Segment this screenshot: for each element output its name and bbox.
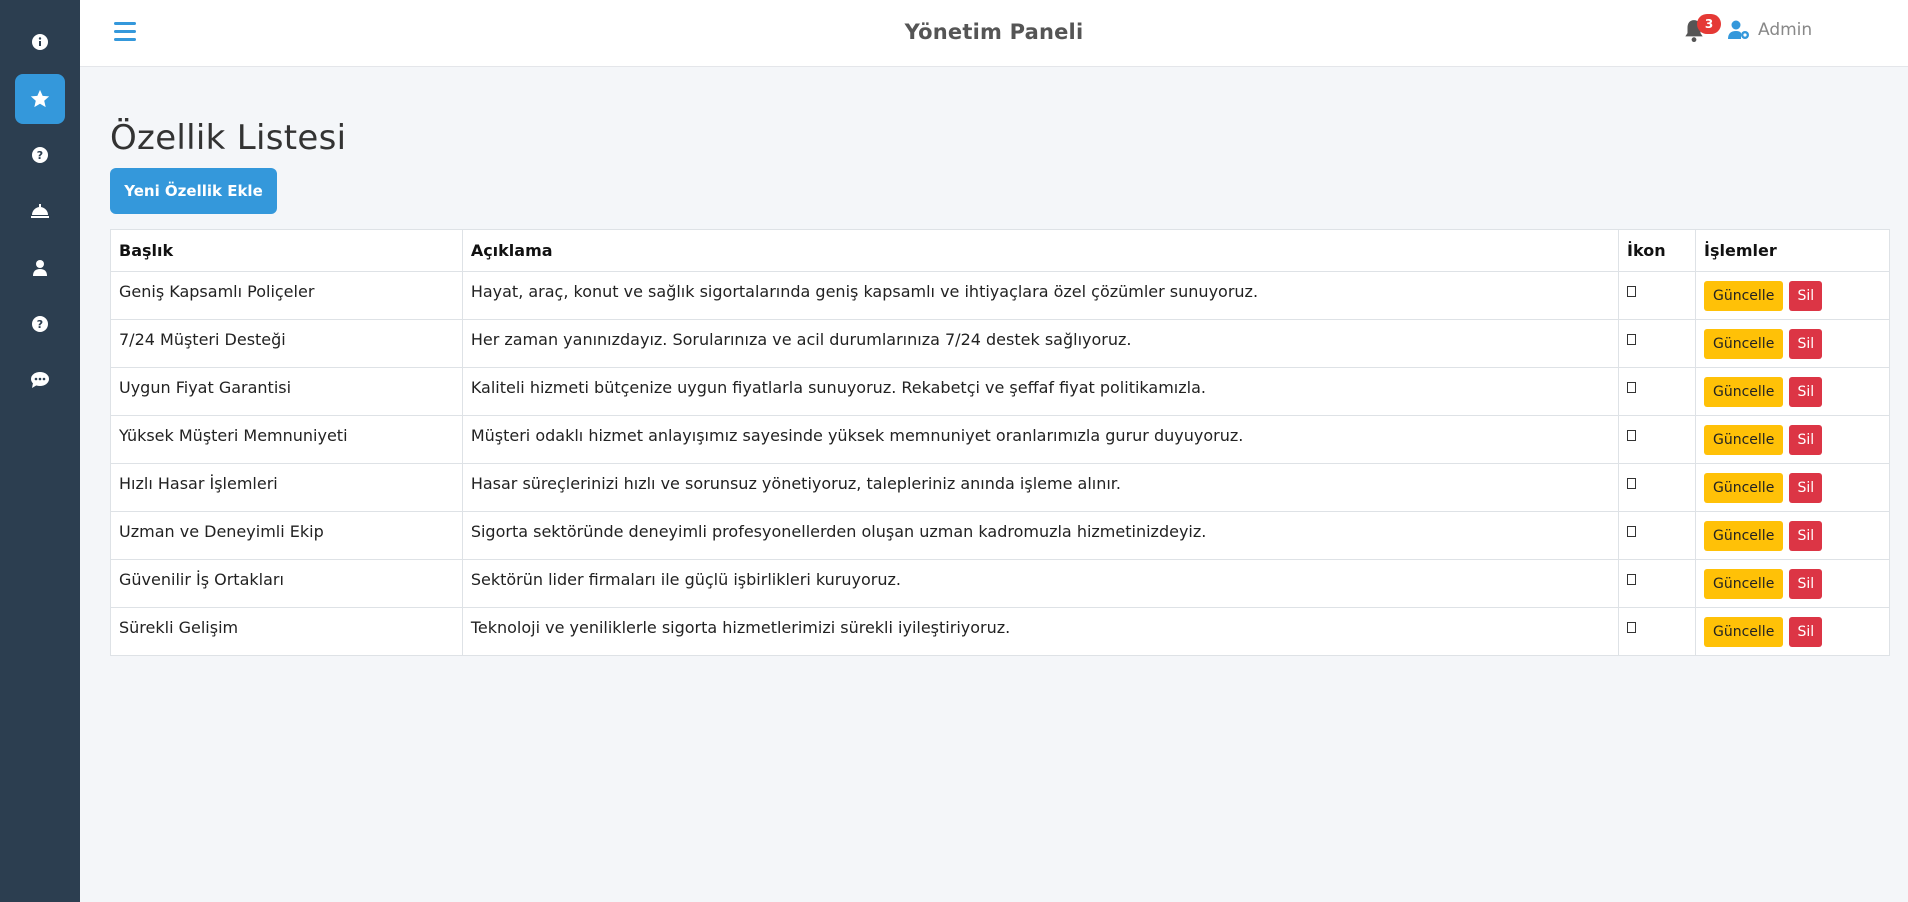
update-button[interactable]: Güncelle bbox=[1704, 425, 1784, 455]
update-button[interactable]: Güncelle bbox=[1704, 521, 1784, 551]
delete-button[interactable]: Sil bbox=[1789, 425, 1823, 455]
info-circle-icon bbox=[32, 34, 48, 50]
cell-icon bbox=[1618, 511, 1697, 560]
svg-text:?: ? bbox=[37, 149, 43, 162]
update-button[interactable]: Güncelle bbox=[1704, 569, 1784, 599]
cell-icon bbox=[1618, 367, 1697, 416]
table-row: Hızlı Hasar İşlemleri Hasar süreçleriniz… bbox=[110, 463, 1890, 512]
missing-glyph-icon bbox=[1627, 430, 1637, 441]
cell-title: Güvenilir İş Ortakları bbox=[110, 559, 463, 608]
concierge-bell-icon bbox=[31, 204, 49, 218]
cell-description: Her zaman yanınızdayız. Sorularınıza ve … bbox=[461, 319, 1620, 368]
cell-title: Hızlı Hasar İşlemleri bbox=[110, 463, 463, 512]
sidebar-item-features[interactable] bbox=[15, 74, 65, 124]
cell-title: Uzman ve Deneyimli Ekip bbox=[110, 511, 463, 560]
cell-actions: Güncelle Sil bbox=[1695, 559, 1890, 608]
table-header-row: Başlık Açıklama İkon İşlemler bbox=[110, 229, 1890, 272]
sidebar-item-help[interactable]: ? bbox=[15, 299, 65, 349]
top-header: Yönetim Paneli bbox=[80, 0, 1908, 67]
sidebar-item-team[interactable] bbox=[15, 243, 65, 293]
user-icon bbox=[33, 260, 47, 276]
notification-badge: 3 bbox=[1697, 14, 1721, 34]
missing-glyph-icon bbox=[1627, 574, 1637, 585]
delete-button[interactable]: Sil bbox=[1789, 281, 1823, 311]
sidebar-item-services[interactable] bbox=[15, 186, 65, 236]
table-row: Uzman ve Deneyimli Ekip Sigorta sektörün… bbox=[110, 511, 1890, 560]
cell-actions: Güncelle Sil bbox=[1695, 319, 1890, 368]
cell-icon bbox=[1618, 319, 1697, 368]
column-header-description: Açıklama bbox=[461, 229, 1620, 272]
cell-description: Sektörün lider firmaları ile güçlü işbir… bbox=[461, 559, 1620, 608]
comment-dots-icon bbox=[31, 372, 49, 388]
update-button[interactable]: Güncelle bbox=[1704, 281, 1784, 311]
cell-icon bbox=[1618, 271, 1697, 320]
cell-description: Hayat, araç, konut ve sağlık sigortaları… bbox=[461, 271, 1620, 320]
header-title: Yönetim Paneli bbox=[904, 20, 1084, 44]
column-header-actions: İşlemler bbox=[1695, 229, 1890, 272]
cell-title: Geniş Kapsamlı Poliçeler bbox=[110, 271, 463, 320]
cell-icon bbox=[1618, 463, 1697, 512]
cell-title: Uygun Fiyat Garantisi bbox=[110, 367, 463, 416]
column-header-icon: İkon bbox=[1618, 229, 1697, 272]
table-row: Geniş Kapsamlı Poliçeler Hayat, araç, ko… bbox=[110, 271, 1890, 320]
table-row: 7/24 Müşteri Desteği Her zaman yanınızda… bbox=[110, 319, 1890, 368]
table-row: Uygun Fiyat Garantisi Kaliteli hizmeti b… bbox=[110, 367, 1890, 416]
cell-actions: Güncelle Sil bbox=[1695, 271, 1890, 320]
update-button[interactable]: Güncelle bbox=[1704, 329, 1784, 359]
delete-button[interactable]: Sil bbox=[1789, 329, 1823, 359]
question-circle-icon: ? bbox=[32, 316, 48, 332]
sidebar-item-comments[interactable] bbox=[15, 355, 65, 405]
user-name: Admin bbox=[1758, 20, 1813, 40]
missing-glyph-icon bbox=[1627, 526, 1637, 537]
update-button[interactable]: Güncelle bbox=[1704, 377, 1784, 407]
missing-glyph-icon bbox=[1627, 334, 1637, 345]
update-button[interactable]: Güncelle bbox=[1704, 617, 1784, 647]
question-circle-icon: ? bbox=[32, 147, 48, 163]
delete-button[interactable]: Sil bbox=[1789, 473, 1823, 503]
sidebar-item-faq[interactable]: ? bbox=[15, 130, 65, 180]
missing-glyph-icon bbox=[1627, 478, 1637, 489]
cell-title: Sürekli Gelişim bbox=[110, 607, 463, 656]
features-table: Başlık Açıklama İkon İşlemler Geniş Kaps… bbox=[110, 229, 1890, 656]
cell-description: Kaliteli hizmeti bütçenize uygun fiyatla… bbox=[461, 367, 1620, 416]
cell-description: Müşteri odaklı hizmet anlayışımız sayesi… bbox=[461, 415, 1620, 464]
missing-glyph-icon bbox=[1627, 622, 1637, 633]
delete-button[interactable]: Sil bbox=[1789, 569, 1823, 599]
cell-title: 7/24 Müşteri Desteği bbox=[110, 319, 463, 368]
delete-button[interactable]: Sil bbox=[1789, 521, 1823, 551]
sidebar: ? ? bbox=[0, 0, 80, 902]
add-feature-button[interactable]: Yeni Özellik Ekle bbox=[110, 168, 277, 214]
missing-glyph-icon bbox=[1627, 382, 1637, 393]
svg-text:?: ? bbox=[37, 318, 43, 331]
cell-actions: Güncelle Sil bbox=[1695, 463, 1890, 512]
table-row: Sürekli Gelişim Teknoloji ve yeniliklerl… bbox=[110, 607, 1890, 656]
cell-actions: Güncelle Sil bbox=[1695, 511, 1890, 560]
cell-description: Hasar süreçlerinizi hızlı ve sorunsuz yö… bbox=[461, 463, 1620, 512]
delete-button[interactable]: Sil bbox=[1789, 377, 1823, 407]
features-table-wrapper: Başlık Açıklama İkon İşlemler Geniş Kaps… bbox=[110, 229, 1890, 656]
cell-icon bbox=[1618, 559, 1697, 608]
cell-description: Sigorta sektöründe deneyimli profesyonel… bbox=[461, 511, 1620, 560]
cell-icon bbox=[1618, 415, 1697, 464]
user-cog-icon bbox=[1728, 20, 1749, 39]
table-row: Yüksek Müşteri Memnuniyeti Müşteri odakl… bbox=[110, 415, 1890, 464]
table-row: Güvenilir İş Ortakları Sektörün lider fi… bbox=[110, 559, 1890, 608]
update-button[interactable]: Güncelle bbox=[1704, 473, 1784, 503]
delete-button[interactable]: Sil bbox=[1789, 617, 1823, 647]
cell-description: Teknoloji ve yeniliklerle sigorta hizmet… bbox=[461, 607, 1620, 656]
cell-actions: Güncelle Sil bbox=[1695, 415, 1890, 464]
cell-icon bbox=[1618, 607, 1697, 656]
star-icon bbox=[30, 89, 50, 108]
page-title: Özellik Listesi bbox=[110, 118, 347, 158]
sidebar-item-info[interactable] bbox=[15, 17, 65, 67]
column-header-title: Başlık bbox=[110, 229, 463, 272]
user-menu[interactable]: Admin bbox=[1728, 20, 1812, 40]
missing-glyph-icon bbox=[1627, 286, 1637, 297]
cell-actions: Güncelle Sil bbox=[1695, 367, 1890, 416]
cell-actions: Güncelle Sil bbox=[1695, 607, 1890, 656]
cell-title: Yüksek Müşteri Memnuniyeti bbox=[110, 415, 463, 464]
